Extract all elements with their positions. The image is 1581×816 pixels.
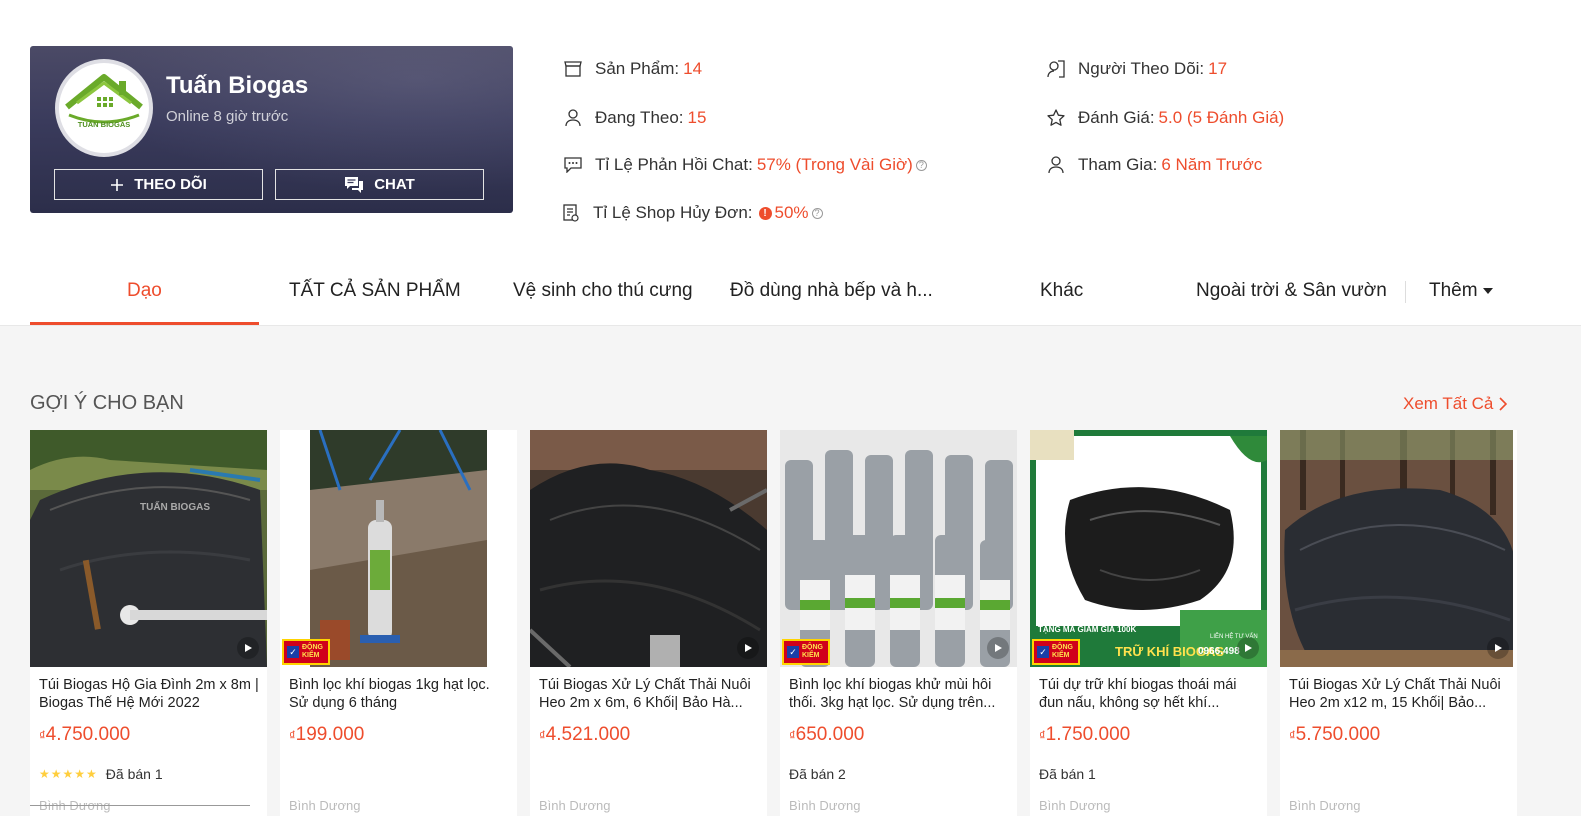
shop-name: Tuấn Biogas [166,72,309,99]
stat-joined: Tham Gia: 6 Năm Trước [1046,155,1262,175]
see-all-link[interactable]: Xem Tất Cả [1403,394,1508,414]
tab-more[interactable]: Thêm [1429,280,1494,302]
tab-other[interactable]: Khác [1040,280,1083,302]
product-sold: Đã bán 1 [1039,766,1096,782]
user-icon [563,108,583,128]
product-price: ₫650.000 [789,724,865,745]
verified-badge: ✓ ĐỘNG KIỂM [782,639,830,665]
product-title: Bình lọc khí biogas 1kg hạt lọc. Sử dụng… [289,677,490,711]
tab-divider [1405,281,1406,303]
product-sold: Đã bán 2 [789,766,846,782]
rating-stars: ★★★★★ [39,767,98,781]
product-image [1280,430,1513,667]
tab-all-products[interactable]: TẤT CẢ SẢN PHẨM [289,280,461,302]
banner-top: TẶNG MÃ GIẢM GIÁ 100K [1038,625,1136,634]
product-title: Túi dự trữ khí biogas thoái mái đun nấu,… [1039,677,1237,711]
chat-label: CHAT [374,176,415,193]
product-price: ₫4.521.000 [539,724,631,745]
logo-text: TUẤN BIOGAS [78,119,131,129]
chat-icon [345,176,364,193]
verified-badge: ✓ ĐỘNG KIỂM [1032,639,1080,665]
followers-count: 17 [1208,59,1228,78]
product-price: ₫1.750.000 [1039,724,1131,745]
product-image: ✓ ĐỘNG KIỂM [280,430,517,667]
chevron-right-icon [1499,397,1508,411]
product-image [530,430,767,667]
product-price: ₫4.750.000 [39,724,131,745]
product-card[interactable]: Túi Biogas Xử Lý Chất Thải Nuôi Heo 2m x… [530,430,767,816]
product-image: TẶNG MÃ GIẢM GIÁ 100K TRỮ KHÍ BIOGAS 096… [1030,430,1267,667]
product-card[interactable]: Túi Biogas Xử Lý Chất Thải Nuôi Heo 2m x… [1280,430,1517,816]
section-title: GỢI Ý CHO BẠN [30,392,184,414]
product-card[interactable]: TẶNG MÃ GIẢM GIÁ 100K TRỮ KHÍ BIOGAS 096… [1030,430,1267,816]
product-card[interactable]: ✓ ĐỘNG KIỂM Bình lọc khí biogas khử mùi hô… [780,430,1017,816]
product-price: ₫199.000 [289,724,365,745]
video-play-icon [737,637,759,659]
rating-value: 5.0 (5 Đánh Giá) [1158,108,1285,127]
product-title: Túi Biogas Hộ Gia Đình 2m x 8m | Biogas … [39,677,259,711]
product-card[interactable]: TUẤN BIOGAS Túi Biogas Hộ Gia Đình 2m x … [30,430,267,816]
chat-rate-value: 57% (Trong Vài Giờ) [756,155,913,174]
product-image: TUẤN BIOGAS [30,430,267,667]
help-icon[interactable]: ? [915,159,927,171]
verified-badge: ✓ ĐỘNG KIỂM [282,639,330,665]
online-status: Online 8 giờ trước [166,108,289,125]
stat-followers: Người Theo Dõi: 17 [1046,59,1227,79]
tab-pet-hygiene[interactable]: Vệ sinh cho thú cưng [513,280,693,302]
product-sold: ★★★★★ Đã bán 1 [39,766,163,782]
help-icon[interactable]: ? [811,207,823,219]
joined-value: 6 Năm Trước [1161,155,1263,174]
product-location: Bình Dương [1039,798,1111,813]
plus-icon [111,178,124,191]
stat-rating: Đánh Giá: 5.0 (5 Đánh Giá) [1046,108,1284,128]
follow-label: THEO DÕI [134,176,207,193]
product-location: Bình Dương [1289,798,1361,813]
store-icon [563,59,583,79]
followers-icon [1046,59,1066,79]
tab-outdoor[interactable]: Ngoài trời & Sân vườn [1196,280,1387,302]
banner-phone: 0966.498 [1198,646,1240,657]
stat-chat-rate: Tỉ Lệ Phản Hồi Chat: 57% (Trong Vài Giờ) … [563,155,927,175]
video-play-icon [1237,637,1259,659]
svg-text:TUẤN BIOGAS: TUẤN BIOGAS [140,500,210,513]
product-location: Bình Dương [789,798,861,813]
follow-button[interactable]: THEO DÕI [54,169,263,200]
caret-down-icon [1482,288,1493,294]
shop-card: TUẤN BIOGAS Tuấn Biogas Online 8 giờ trư… [30,46,513,213]
product-location: Bình Dương [539,798,611,813]
cancel-rate-value: 50% [774,203,809,222]
products-count: 14 [683,59,703,78]
stat-following: Đang Theo: 15 [563,108,706,128]
stat-products: Sản Phẩm: 14 [563,59,702,79]
shop-header: TUẤN BIOGAS Tuấn Biogas Online 8 giờ trư… [0,0,1581,326]
product-title: Túi Biogas Xử Lý Chất Thải Nuôi Heo 2m x… [1289,677,1501,711]
stat-cancel-rate: Tỉ Lệ Shop Hủy Đơn: ! 50% ? [561,203,823,223]
active-tab-indicator [30,322,259,325]
avatar[interactable]: TUẤN BIOGAS [55,59,153,157]
product-location: Bình Dương [289,798,361,813]
star-icon [1046,108,1066,128]
warning-icon: ! [758,206,772,220]
chat-button[interactable]: CHAT [275,169,484,200]
following-count: 15 [687,108,707,127]
shop-logo: TUẤN BIOGAS [65,74,143,129]
document-icon [561,203,581,223]
user-icon [1046,155,1066,175]
tab-kitchen[interactable]: Đồ dùng nhà bếp và h... [730,280,933,302]
video-play-icon [987,637,1009,659]
product-price: ₫5.750.000 [1289,724,1381,745]
product-image: ✓ ĐỘNG KIỂM [780,430,1017,667]
divider [30,805,250,806]
product-title: Bình lọc khí biogas khử mùi hôi thối. 3k… [789,677,996,711]
video-play-icon [1487,637,1509,659]
video-play-icon [237,637,259,659]
product-title: Túi Biogas Xử Lý Chất Thải Nuôi Heo 2m x… [539,677,751,711]
product-card[interactable]: ✓ ĐỘNG KIỂM Bình lọc khí biogas 1kg hạt lọ… [280,430,517,816]
tab-explore[interactable]: Dạo [127,280,162,302]
chat-bubble-icon [563,155,583,175]
